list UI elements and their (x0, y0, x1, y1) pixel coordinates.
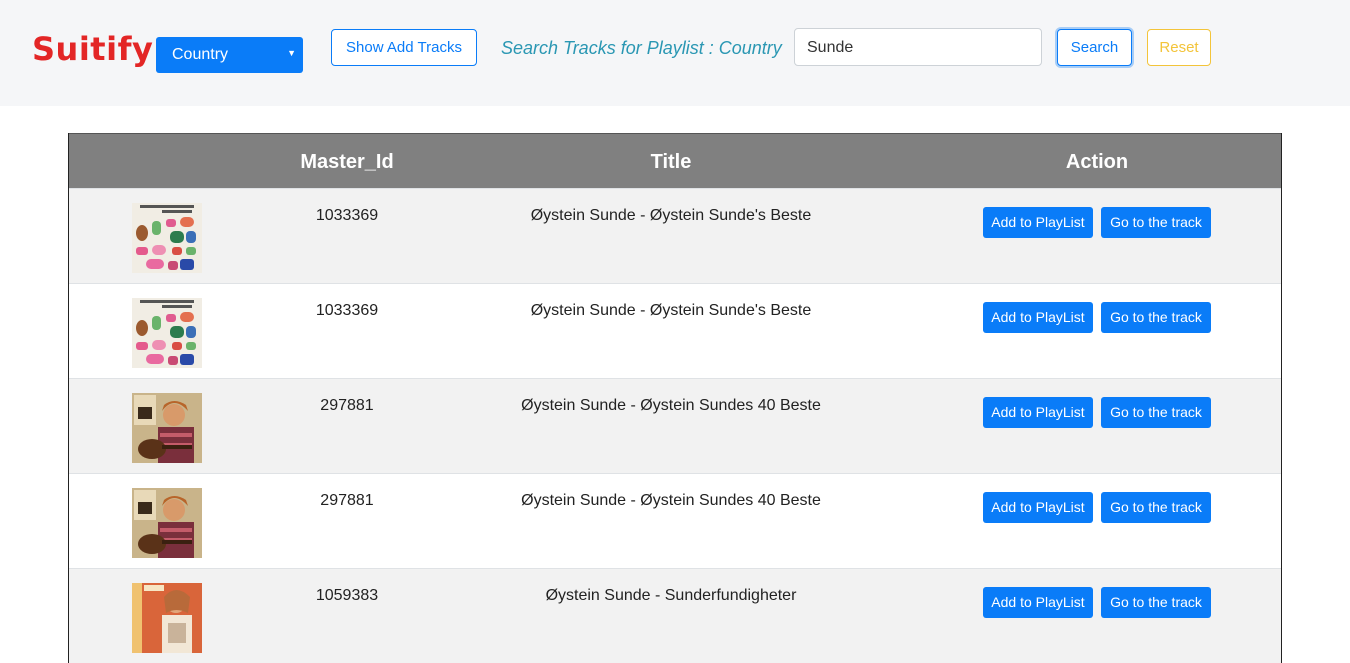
navbar: Suitify Country ▼ Show Add Tracks Search… (0, 0, 1350, 106)
go-to-track-button[interactable]: Go to the track (1101, 302, 1211, 333)
master-id-cell: 1033369 (315, 302, 379, 319)
album-cover-image (132, 298, 202, 368)
reset-button[interactable]: Reset (1147, 29, 1211, 66)
add-to-playlist-button[interactable]: Add to PlayList (983, 207, 1093, 238)
table-header: Master_Id Title Action (69, 133, 1281, 188)
table-row: 297881 Øystein Sunde - Øystein Sundes 40… (69, 473, 1281, 568)
tracks-table: Master_Id Title Action 1033369 Øystein S… (68, 133, 1282, 663)
master-id-cell: 297881 (320, 397, 374, 414)
table-row: 1033369 Øystein Sunde - Øystein Sunde's … (69, 283, 1281, 378)
master-id-cell: 297881 (320, 492, 374, 509)
go-to-track-button[interactable]: Go to the track (1101, 587, 1211, 618)
table-row: 297881 Øystein Sunde - Øystein Sundes 40… (69, 378, 1281, 473)
go-to-track-button[interactable]: Go to the track (1101, 492, 1211, 523)
add-to-playlist-button[interactable]: Add to PlayList (983, 492, 1093, 523)
album-cover-image (132, 488, 202, 558)
chevron-down-icon: ▼ (287, 48, 296, 58)
add-to-playlist-button[interactable]: Add to PlayList (983, 587, 1093, 618)
master-id-cell: 1059383 (315, 587, 379, 604)
playlist-select-value: Country (172, 46, 229, 63)
title-cell: Øystein Sunde - Øystein Sunde's Beste (530, 302, 812, 319)
brand-logo[interactable]: Suitify (32, 30, 153, 68)
go-to-track-button[interactable]: Go to the track (1101, 207, 1211, 238)
title-cell: Øystein Sunde - Sunderfundigheter (545, 587, 797, 604)
go-to-track-button[interactable]: Go to the track (1101, 397, 1211, 428)
album-cover-image (132, 203, 202, 273)
column-header-master-id: Master_Id (300, 151, 394, 173)
add-to-playlist-button[interactable]: Add to PlayList (983, 397, 1093, 428)
table-row: 1059383 Øystein Sunde - Sunderfundighete… (69, 568, 1281, 663)
search-label: Search Tracks for Playlist : Country (501, 38, 782, 58)
search-input[interactable]: Sunde (794, 28, 1042, 66)
show-add-tracks-button[interactable]: Show Add Tracks (331, 29, 477, 66)
table-row: 1033369 Øystein Sunde - Øystein Sunde's … (69, 188, 1281, 283)
album-cover-image (132, 393, 202, 463)
album-cover-image (132, 583, 202, 653)
add-to-playlist-button[interactable]: Add to PlayList (983, 302, 1093, 333)
master-id-cell: 1033369 (315, 207, 379, 224)
title-cell: Øystein Sunde - Øystein Sunde's Beste (530, 207, 812, 224)
playlist-select[interactable]: Country ▼ (156, 37, 303, 73)
search-button[interactable]: Search (1057, 29, 1132, 66)
column-header-action: Action (1065, 151, 1129, 173)
title-cell: Øystein Sunde - Øystein Sundes 40 Beste (521, 397, 821, 414)
title-cell: Øystein Sunde - Øystein Sundes 40 Beste (521, 492, 821, 509)
column-header-title: Title (650, 151, 692, 173)
